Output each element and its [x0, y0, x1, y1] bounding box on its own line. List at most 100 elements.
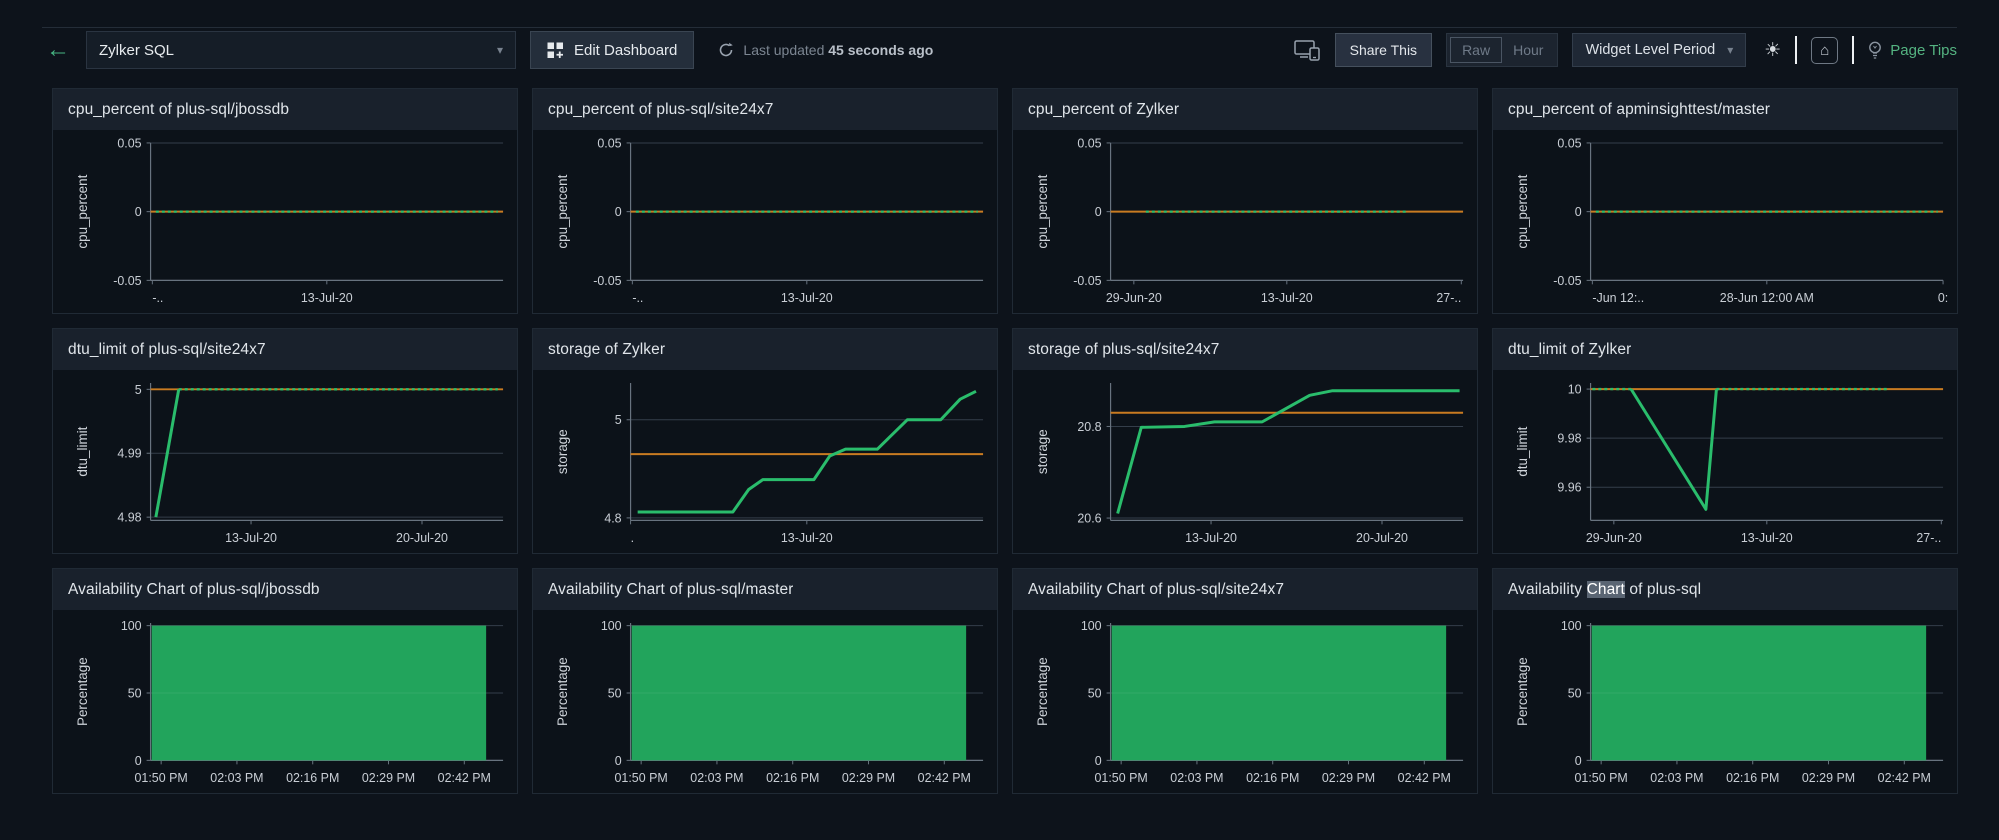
widget-title: cpu_percent of apminsighttest/master	[1508, 101, 1770, 119]
widget-title: dtu_limit of plus-sql/site24x7	[68, 341, 266, 359]
widget-body: 109.989.9629-Jun-2013-Jul-2027-..dtu_lim…	[1493, 370, 1957, 554]
widget-body: 10050001:50 PM02:03 PM02:16 PM02:29 PM02…	[533, 610, 997, 794]
chart-widget: dtu_limit of Zylker 109.989.9629-Jun-201…	[1492, 328, 1958, 554]
chart-canvas[interactable]: 10050001:50 PM02:03 PM02:16 PM02:29 PM02…	[1493, 610, 1957, 794]
y-tick-label: 0	[1575, 205, 1582, 219]
y-tick-label: 4.98	[117, 511, 141, 525]
x-tick-label: 02:16 PM	[766, 771, 819, 785]
y-axis-label: dtu_limit	[1515, 426, 1530, 476]
y-tick-label: -0.05	[1553, 274, 1581, 288]
chart-widget: Availability Chart of plus-sql/jbossdb 1…	[52, 568, 518, 794]
back-arrow-icon[interactable]: ←	[46, 38, 70, 62]
series-line	[1631, 389, 1716, 509]
chart-canvas[interactable]: 54.994.9813-Jul-2020-Jul-20dtu_limit	[53, 370, 517, 554]
y-tick-label: 0.05	[597, 136, 621, 150]
chart-canvas[interactable]: 0.050-0.05-Jun 12:..28-Jun 12:00 AM0:cpu…	[1493, 130, 1957, 314]
share-this-button[interactable]: Share This	[1335, 33, 1432, 67]
widget-body: 10050001:50 PM02:03 PM02:16 PM02:29 PM02…	[1493, 610, 1957, 794]
page-tips-link[interactable]: Page Tips	[1868, 41, 1957, 60]
title-text: cpu_percent of Zylker	[1028, 101, 1179, 118]
x-tick-label: 01:50 PM	[1095, 771, 1148, 785]
title-text: dtu_limit of plus-sql/site24x7	[68, 341, 266, 358]
title-text: Availability Chart of plus-sql/jbossdb	[68, 581, 320, 598]
y-tick-label: 0	[615, 754, 622, 768]
widget-title-bar[interactable]: Availability Chart of plus-sql	[1493, 569, 1957, 610]
raw-toggle[interactable]: Raw	[1450, 37, 1502, 63]
y-axis-label: Percentage	[75, 657, 90, 726]
chart-widget: cpu_percent of plus-sql/site24x7 0.050-0…	[532, 88, 998, 314]
x-tick-label: -..	[152, 291, 163, 305]
top-divider	[42, 0, 1957, 28]
last-updated-label: Last updated	[743, 42, 824, 58]
widget-body: 54.8.13-Jul-20storage	[533, 370, 997, 554]
y-tick-label: 5	[615, 413, 622, 427]
title-selected-text: Chart	[1587, 581, 1625, 598]
y-tick-label: 9.96	[1557, 481, 1581, 495]
widget-level-period-select[interactable]: Widget Level Period ▾	[1572, 33, 1746, 67]
widget-title-bar[interactable]: cpu_percent of apminsighttest/master	[1493, 89, 1957, 130]
x-tick-label: 01:50 PM	[135, 771, 188, 785]
chart-canvas[interactable]: 10050001:50 PM02:03 PM02:16 PM02:29 PM02…	[53, 610, 517, 794]
refresh-icon[interactable]	[718, 42, 734, 58]
chart-canvas[interactable]: 109.989.9629-Jun-2013-Jul-2027-..dtu_lim…	[1493, 370, 1957, 554]
x-tick-label: 0:	[1938, 291, 1948, 305]
title-text: cpu_percent of apminsighttest/master	[1508, 101, 1770, 118]
widget-title-bar[interactable]: dtu_limit of Zylker	[1493, 329, 1957, 370]
edit-dashboard-button[interactable]: Edit Dashboard	[530, 31, 694, 69]
y-axis-label: cpu_percent	[75, 174, 90, 248]
hour-toggle[interactable]: Hour	[1502, 38, 1554, 62]
chart-canvas[interactable]: 0.050-0.05-..13-Jul-20cpu_percent	[533, 130, 997, 314]
y-tick-label: 50	[128, 686, 142, 700]
chart-canvas[interactable]: 0.050-0.0529-Jun-2013-Jul-2027-..cpu_per…	[1013, 130, 1477, 314]
y-tick-label: 4.8	[604, 511, 621, 525]
home-icon[interactable]: ⌂	[1811, 37, 1838, 64]
widget-body: 54.994.9813-Jul-2020-Jul-20dtu_limit	[53, 370, 517, 554]
y-tick-label: 0.05	[1077, 136, 1101, 150]
y-tick-label: 50	[1568, 686, 1582, 700]
widget-title: Availability Chart of plus-sql/site24x7	[1028, 581, 1284, 599]
x-tick-label: 02:29 PM	[1802, 771, 1855, 785]
x-tick-label: 13-Jul-20	[1185, 531, 1237, 545]
widget-title-bar[interactable]: cpu_percent of Zylker	[1013, 89, 1477, 130]
y-axis-label: cpu_percent	[555, 174, 570, 248]
x-tick-label: -..	[632, 291, 643, 305]
chart-canvas[interactable]: 10050001:50 PM02:03 PM02:16 PM02:29 PM02…	[533, 610, 997, 794]
y-tick-label: 0	[135, 754, 142, 768]
widget-level-period-value: Widget Level Period	[1585, 42, 1715, 58]
chevron-down-icon: ▾	[1727, 43, 1733, 57]
widget-title-bar[interactable]: cpu_percent of plus-sql/jbossdb	[53, 89, 517, 130]
widget-title-bar[interactable]: cpu_percent of plus-sql/site24x7	[533, 89, 997, 130]
chart-canvas[interactable]: 0.050-0.05-..13-Jul-20cpu_percent	[53, 130, 517, 314]
widget-title-bar[interactable]: dtu_limit of plus-sql/site24x7	[53, 329, 517, 370]
y-tick-label: -0.05	[593, 274, 621, 288]
y-tick-label: 10	[1568, 383, 1582, 397]
x-tick-label: 29-Jun-20	[1586, 531, 1642, 545]
x-tick-label: 02:29 PM	[842, 771, 895, 785]
widget-title-bar[interactable]: storage of plus-sql/site24x7	[1013, 329, 1477, 370]
widget-title-bar[interactable]: Availability Chart of plus-sql/master	[533, 569, 997, 610]
y-tick-label: 0	[1575, 754, 1582, 768]
x-tick-label: 02:42 PM	[1878, 771, 1931, 785]
dashboard-select[interactable]: Zylker SQL ▾	[86, 31, 516, 69]
x-tick-label: .	[631, 531, 634, 545]
widget-body: 0.050-0.05-..13-Jul-20cpu_percent	[53, 130, 517, 314]
chart-canvas[interactable]: 20.820.613-Jul-2020-Jul-20storage	[1013, 370, 1477, 554]
widget-title-bar[interactable]: storage of Zylker	[533, 329, 997, 370]
widget-title: Availability Chart of plus-sql/master	[548, 581, 793, 599]
title-text: storage of plus-sql/site24x7	[1028, 341, 1220, 358]
widget-title-bar[interactable]: Availability Chart of plus-sql/site24x7	[1013, 569, 1477, 610]
y-tick-label: 20.6	[1077, 512, 1101, 526]
chart-canvas[interactable]: 10050001:50 PM02:03 PM02:16 PM02:29 PM02…	[1013, 610, 1477, 794]
chart-canvas[interactable]: 54.8.13-Jul-20storage	[533, 370, 997, 554]
widget-title-bar[interactable]: Availability Chart of plus-sql/jbossdb	[53, 569, 517, 610]
chart-widget: Availability Chart of plus-sql 10050001:…	[1492, 568, 1958, 794]
y-tick-label: 100	[121, 619, 142, 633]
x-tick-label: 13-Jul-20	[781, 291, 833, 305]
title-text: dtu_limit of Zylker	[1508, 341, 1631, 358]
y-tick-label: 9.98	[1557, 432, 1581, 446]
x-tick-label: 20-Jul-20	[396, 531, 448, 545]
brightness-icon[interactable]: ☀	[1764, 39, 1781, 62]
widget-grid: cpu_percent of plus-sql/jbossdb 0.050-0.…	[52, 88, 1958, 794]
y-tick-label: 5	[135, 383, 142, 397]
devices-icon[interactable]	[1294, 40, 1321, 61]
